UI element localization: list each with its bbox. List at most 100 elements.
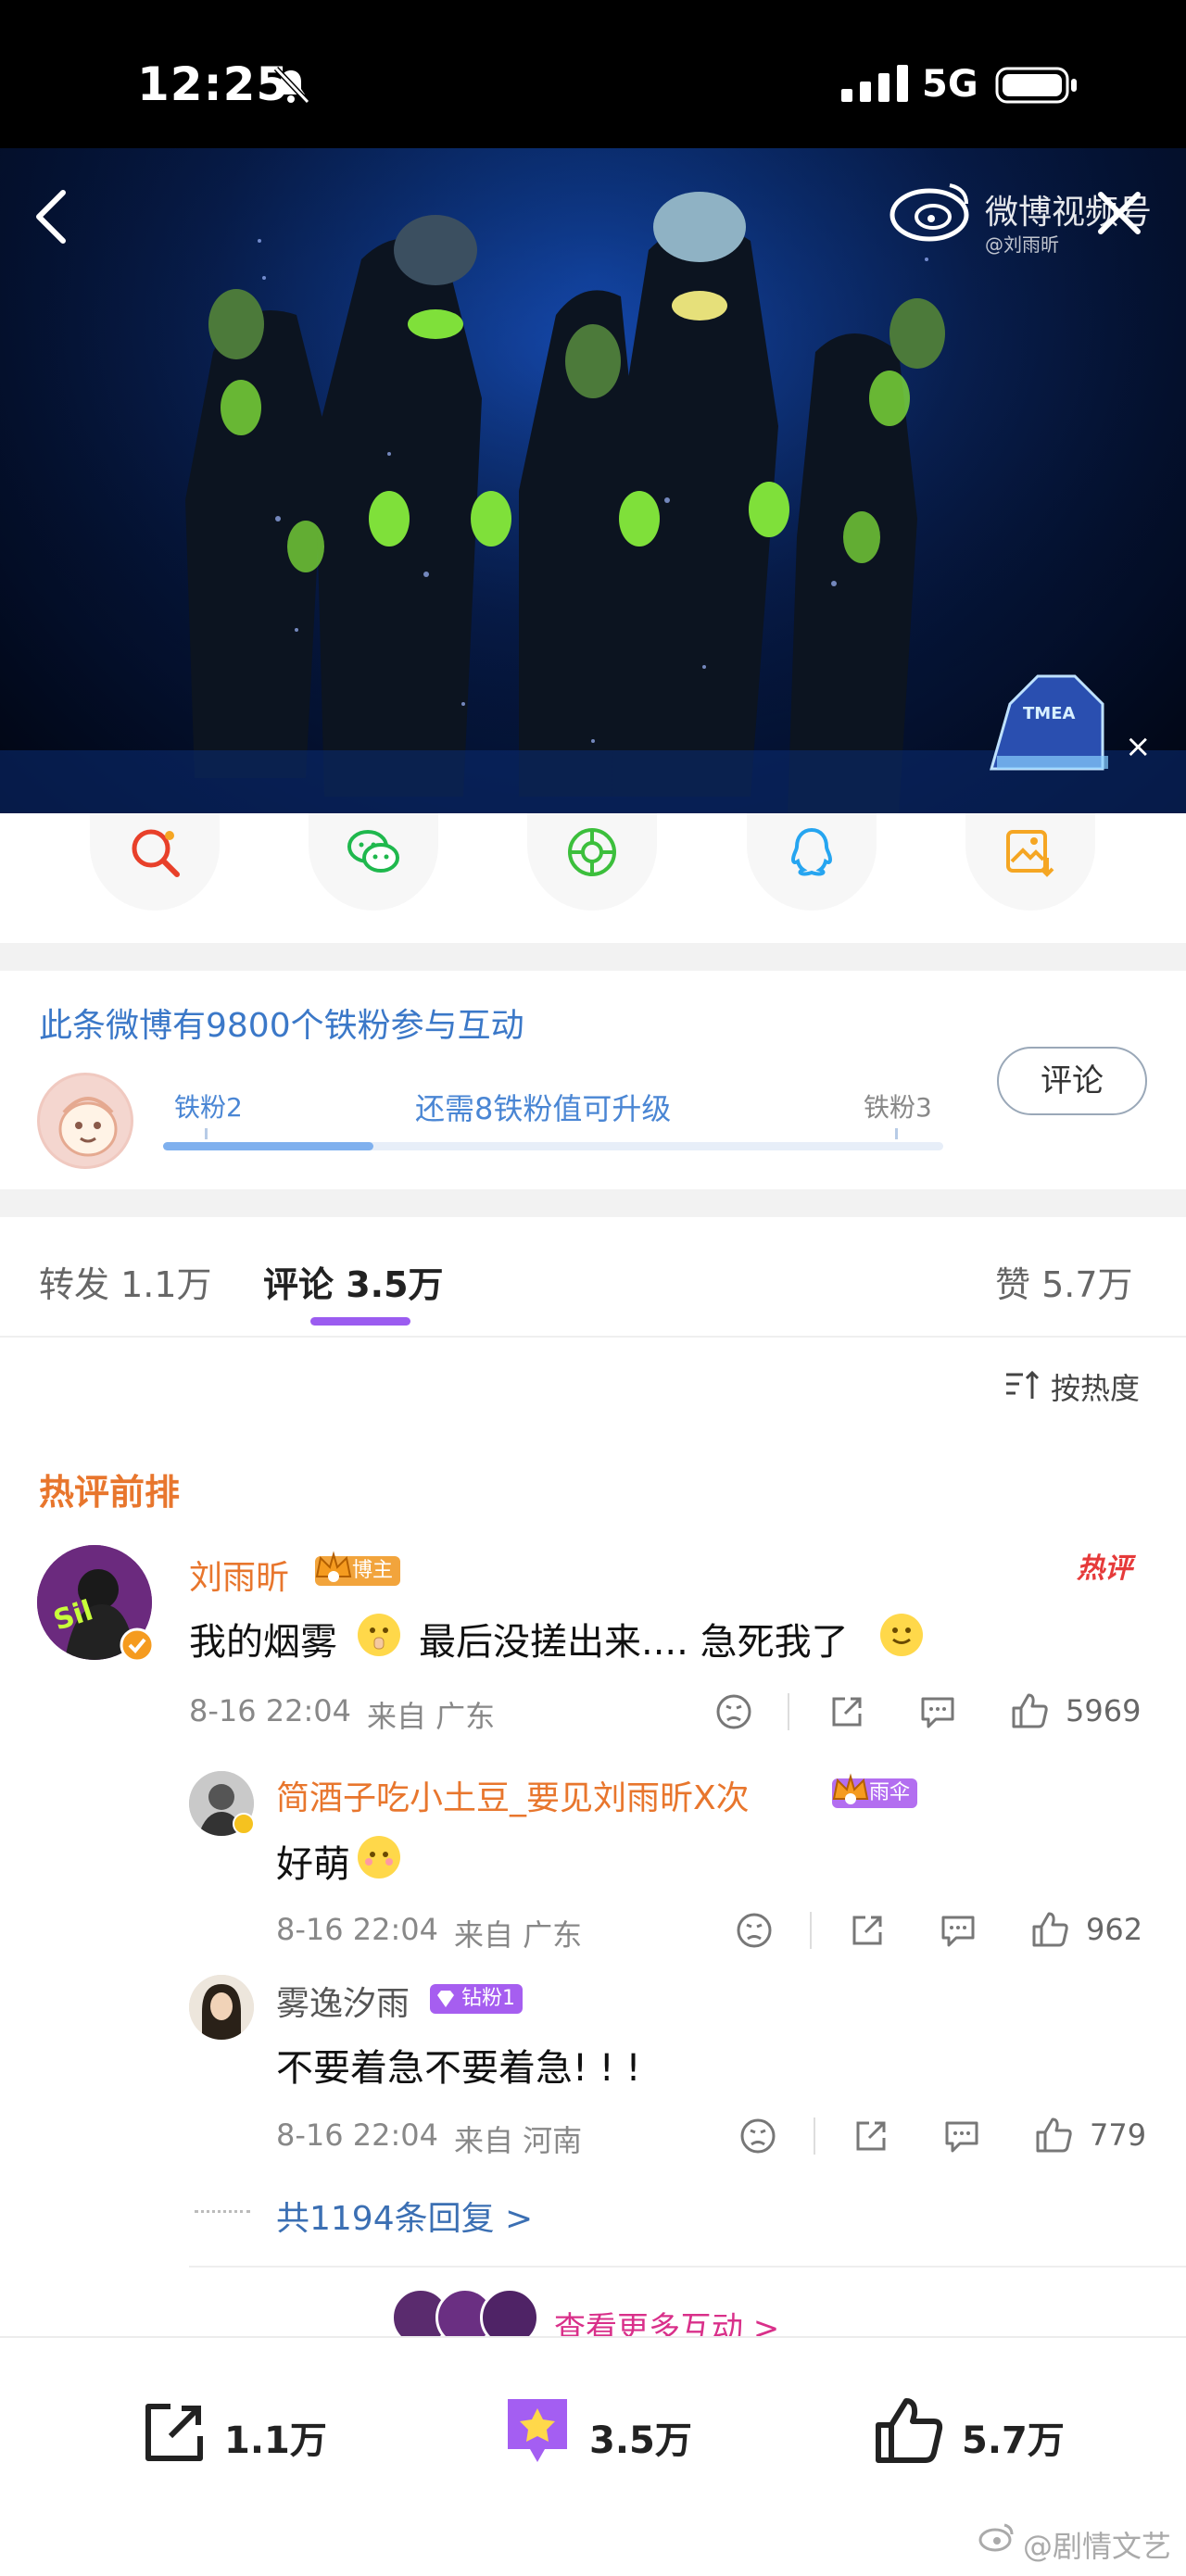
badge-text: TMEA	[1023, 704, 1076, 723]
action-separator	[788, 1693, 789, 1730]
comment-text-part2: 最后没搓出来.... 急死我了	[419, 1621, 849, 1664]
thread-dots	[195, 2210, 250, 2213]
status-bar: 12:25 5G	[0, 0, 1186, 148]
like-count: 5969	[1066, 1693, 1142, 1728]
moments-icon	[568, 828, 616, 876]
diamond-icon	[437, 1991, 454, 2007]
brand-sub: @刘雨昕	[985, 233, 1059, 256]
fan-tag-label: 钻粉1	[461, 1987, 515, 2010]
repost-icon	[145, 2404, 203, 2461]
share-row	[0, 813, 1186, 943]
fan-tag: 雨伞	[832, 1773, 918, 1808]
crown-icon	[832, 1773, 869, 1804]
share-save-image[interactable]	[965, 813, 1095, 911]
reply-time: 8-16 22:04	[276, 2117, 439, 2153]
repost-button[interactable]: 1.1万	[139, 2392, 327, 2475]
share-qq[interactable]	[747, 813, 877, 911]
comment-author[interactable]: 刘雨昕	[189, 1551, 289, 1599]
comment-source: 来自 广东	[367, 1699, 496, 1734]
weibo-watermark-icon	[978, 2523, 1014, 2552]
back-icon[interactable]	[26, 180, 82, 254]
sort-icon	[1006, 1370, 1040, 1399]
share-moments[interactable]	[527, 813, 657, 911]
avatar[interactable]	[189, 1975, 254, 2040]
comment-count-button[interactable]: 3.5万	[500, 2392, 704, 2475]
save-image-icon	[1006, 830, 1054, 877]
fans-interaction-title[interactable]: 此条微博有9800个铁粉参与互动	[39, 999, 524, 1047]
more-replies-link[interactable]: 共1194条回复 >	[276, 2192, 533, 2240]
tmea-badge: TMEA	[973, 667, 1121, 778]
comment-time: 8-16 22:04	[189, 1693, 352, 1728]
fans-progress-bar	[163, 1142, 943, 1150]
dislike-icon[interactable]	[734, 1910, 775, 1951]
like-count: 779	[1090, 2117, 1147, 2153]
like-count: 962	[1086, 1912, 1143, 1947]
section-divider	[0, 943, 1186, 971]
active-tab-indicator	[310, 1317, 410, 1326]
like-icon[interactable]	[1032, 2114, 1075, 2156]
comment-star-icon	[508, 2399, 567, 2462]
share-icon[interactable]	[851, 2116, 891, 2156]
network-label: 5G	[922, 63, 978, 106]
fans-tick-end	[895, 1128, 898, 1139]
weibo-search-icon	[132, 829, 180, 877]
dislike-icon[interactable]	[738, 2116, 778, 2156]
video-player[interactable]: 微博视频号 @刘雨昕 TMEA ×	[0, 148, 1186, 813]
ad-close-icon[interactable]: ×	[1125, 728, 1152, 765]
reply-source: 来自 河南	[454, 2123, 583, 2158]
repost-count: 1.1万	[224, 2419, 327, 2462]
post-tabs: 转发 1.1万 评论 3.5万 赞 5.7万	[0, 1217, 1186, 1338]
cute-emoji-icon	[358, 1836, 400, 1879]
share-wechat[interactable]	[309, 813, 438, 911]
comment-text-part1: 我的烟雾	[189, 1621, 337, 1664]
comment-count: 3.5万	[589, 2419, 692, 2462]
fans-progress-text: 还需8铁粉值可升级	[415, 1091, 672, 1126]
like-total-count: 5.7万	[962, 2419, 1065, 2462]
cartoon-avatar-icon	[58, 1097, 118, 1157]
tab-likes[interactable]: 赞 5.7万	[995, 1256, 1133, 1307]
fan-tag: 钻粉1	[430, 1984, 523, 2014]
share-weibo-search[interactable]	[90, 813, 220, 911]
reply-icon[interactable]	[941, 2116, 982, 2156]
shh-emoji-icon	[358, 1614, 400, 1656]
fans-progress-fill	[163, 1142, 374, 1150]
reply-icon[interactable]	[938, 1910, 978, 1951]
reply-time: 8-16 22:04	[276, 1912, 439, 1947]
reply-text: 不要着急不要着急! ! !	[276, 2047, 641, 2090]
reply-author[interactable]: 雾逸汐雨	[276, 1977, 410, 2025]
tab-comments[interactable]: 评论 3.5万	[263, 1256, 444, 1307]
battery-icon	[995, 67, 1077, 104]
reply-icon[interactable]	[917, 1691, 958, 1732]
verified-icon	[120, 1627, 155, 1663]
fans-level-current: 铁粉2	[174, 1092, 243, 1123]
verified-small-icon	[233, 1813, 255, 1835]
like-button[interactable]: 5.7万	[871, 2392, 1075, 2475]
blogger-tag: 博主	[315, 1551, 401, 1586]
reply-text: 好萌	[276, 1843, 350, 1886]
comment-divider	[189, 2266, 1186, 2268]
action-separator	[810, 1912, 812, 1949]
comment-button[interactable]: 评论	[997, 1047, 1147, 1115]
weibo-logo-icon	[890, 183, 969, 242]
close-icon[interactable]	[1091, 185, 1147, 241]
thumbs-up-icon	[876, 2398, 943, 2463]
wechat-icon	[347, 830, 399, 873]
silent-bell-icon	[273, 66, 310, 105]
tab-repost[interactable]: 转发 1.1万	[39, 1256, 212, 1307]
sort-label: 按热度	[1051, 1371, 1141, 1406]
fans-tick-start	[205, 1128, 208, 1139]
section-divider-2	[0, 1189, 1186, 1217]
like-icon[interactable]	[1028, 1908, 1071, 1951]
crown-icon	[315, 1551, 352, 1582]
reply-source: 来自 广东	[454, 1917, 583, 1953]
dislike-icon[interactable]	[713, 1691, 754, 1732]
blogger-tag-label: 博主	[352, 1559, 394, 1582]
like-icon[interactable]	[1008, 1690, 1051, 1732]
reply-avatar-2-icon	[189, 1975, 254, 2040]
fans-level-next: 铁粉3	[864, 1092, 932, 1123]
smile-emoji-icon	[880, 1614, 923, 1656]
share-icon[interactable]	[826, 1691, 867, 1732]
reply-author[interactable]: 简酒子吃小土豆_要见刘雨昕X次	[276, 1771, 750, 1819]
comment-text: 我的烟雾	[189, 1612, 337, 1665]
share-icon[interactable]	[847, 1910, 888, 1951]
